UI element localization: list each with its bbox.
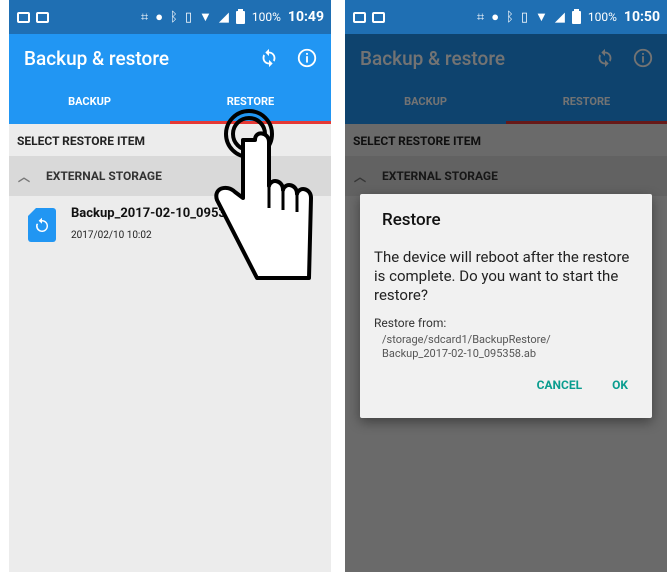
- battery-percent: 100%: [587, 10, 617, 24]
- phone-screen-right: ⌗ ● ᛒ ▯ ▼ ◢ 100% 10:50 Backup & restore …: [345, 0, 667, 572]
- vibrate-icon: ▯: [184, 9, 193, 25]
- sync-icon[interactable]: [257, 46, 281, 70]
- battery-icon: [235, 8, 245, 24]
- location-icon: ●: [155, 9, 164, 25]
- cancel-button[interactable]: CANCEL: [537, 378, 582, 392]
- restore-dialog: Restore The device will reboot after the…: [360, 194, 652, 418]
- tap-gesture-hand-icon: [214, 109, 313, 280]
- dialog-message: The device will reboot after the restore…: [374, 248, 630, 304]
- vibrate-icon: ▯: [520, 9, 529, 25]
- restore-from-label: Restore from:: [374, 316, 447, 330]
- wifi-icon: ▼: [535, 9, 548, 25]
- battery-percent: 100%: [251, 10, 281, 24]
- status-bar: ⌗ ● ᛒ ▯ ▼ ◢ 100% 10:49: [9, 0, 331, 34]
- image-notification-icon: [36, 11, 49, 23]
- restore-path: /storage/sdcard1/BackupRestore/ Backup_2…: [382, 333, 551, 360]
- info-icon[interactable]: [295, 46, 319, 70]
- battery-icon: [571, 8, 581, 24]
- ok-button[interactable]: OK: [612, 378, 628, 392]
- app-title: Backup & restore: [24, 47, 170, 70]
- signal-icon: ◢: [218, 9, 229, 25]
- item-date: 2017/02/10 10:02: [71, 230, 152, 241]
- clock: 10:50: [623, 9, 660, 25]
- bluetooth-icon: ᛒ: [170, 9, 178, 25]
- tab-backup[interactable]: BACKUP: [9, 82, 170, 124]
- wifi-icon: ▼: [199, 9, 212, 25]
- restore-file-icon: [28, 208, 56, 242]
- location-icon: ●: [491, 9, 500, 25]
- phone-screen-left: ⌗ ● ᛒ ▯ ▼ ◢ 100% 10:49 Backup & restore …: [9, 0, 331, 572]
- clock: 10:49: [287, 9, 324, 25]
- gallery-notification-icon: [353, 11, 366, 23]
- app-bar: Backup & restore: [9, 34, 331, 82]
- image-notification-icon: [372, 11, 385, 23]
- dialog-title: Restore: [382, 210, 441, 230]
- status-bar: ⌗ ● ᛒ ▯ ▼ ◢ 100% 10:50: [345, 0, 667, 34]
- nfc-icon: ⌗: [476, 9, 485, 25]
- group-label: EXTERNAL STORAGE: [46, 169, 162, 183]
- gallery-notification-icon: [17, 11, 30, 23]
- bluetooth-icon: ᛒ: [506, 9, 514, 25]
- nfc-icon: ⌗: [140, 9, 149, 25]
- signal-icon: ◢: [554, 9, 565, 25]
- chevron-up-icon: ︿: [18, 169, 31, 184]
